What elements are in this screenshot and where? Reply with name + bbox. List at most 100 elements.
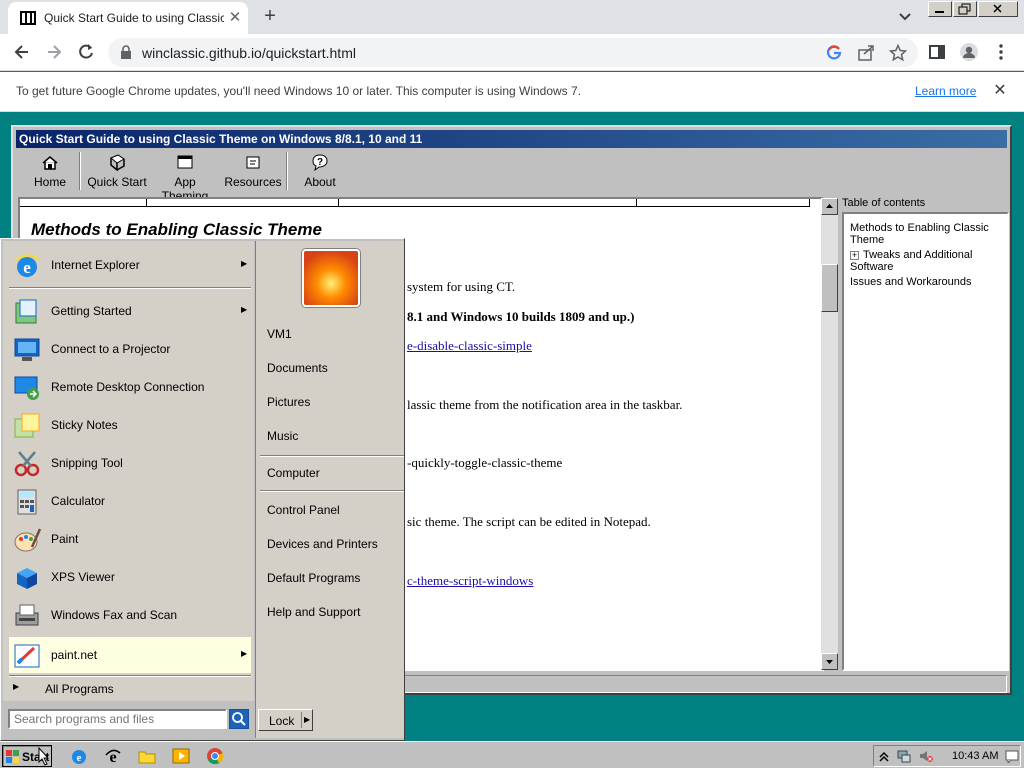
expand-icon[interactable]: + — [850, 250, 859, 260]
sticky-notes-icon — [14, 413, 40, 438]
address-bar[interactable]: winclassic.github.io/quickstart.html — [108, 38, 918, 67]
place-vm1[interactable]: VM1 — [267, 327, 292, 341]
minimize-button[interactable] — [928, 1, 952, 17]
share-icon[interactable] — [857, 44, 875, 62]
toc-item[interactable]: + Tweaks and Additional Software — [850, 249, 1001, 273]
start-menu-places: VM1 Documents Pictures Music Computer Co… — [255, 241, 404, 738]
user-picture[interactable] — [302, 249, 360, 307]
side-panel-icon[interactable] — [927, 42, 947, 62]
program-label: Windows Fax and Scan — [51, 608, 178, 622]
book-icon — [110, 154, 125, 171]
ie-icon[interactable]: e — [104, 747, 122, 765]
google-icon[interactable] — [825, 44, 843, 62]
place-music[interactable]: Music — [267, 429, 298, 443]
program-getting-started[interactable]: Getting Started ▶ — [9, 293, 251, 329]
volume-muted-icon[interactable] — [919, 749, 933, 763]
program-sticky-notes[interactable]: Sticky Notes — [9, 407, 251, 443]
program-snipping-tool[interactable]: Snipping Tool — [9, 445, 251, 481]
program-label: Snipping Tool — [51, 456, 123, 470]
all-programs-button[interactable]: ▶ All Programs — [3, 677, 254, 699]
menu-icon[interactable] — [991, 42, 1011, 62]
program-paint-net[interactable]: paint.net ▶ — [9, 637, 251, 673]
place-help-support[interactable]: Help and Support — [267, 605, 360, 619]
calculator-icon — [17, 489, 37, 515]
program-label: Remote Desktop Connection — [51, 380, 205, 394]
scroll-thumb[interactable] — [821, 264, 838, 312]
media-player-icon[interactable] — [172, 747, 190, 765]
resources-button[interactable]: Resources — [223, 152, 283, 192]
program-remote-desktop[interactable]: Remote Desktop Connection — [9, 369, 251, 405]
program-label: paint.net — [51, 648, 98, 662]
program-calculator[interactable]: Calculator — [9, 483, 251, 519]
projector-icon — [14, 338, 40, 361]
paint-net-icon — [14, 644, 40, 668]
home-label: Home — [33, 175, 66, 189]
home-button[interactable]: Home — [30, 152, 70, 192]
scroll-up-button[interactable] — [821, 198, 838, 215]
start-search-input[interactable] — [8, 709, 227, 729]
bookmark-star-icon[interactable] — [889, 44, 907, 62]
show-hidden-icons-icon[interactable] — [877, 749, 891, 763]
quick-start-label: Quick Start — [87, 175, 147, 189]
folder-icon[interactable] — [138, 747, 156, 765]
mouse-cursor-icon — [38, 747, 50, 766]
scroll-down-button[interactable] — [821, 653, 838, 670]
place-documents[interactable]: Documents — [267, 361, 328, 375]
program-internet-explorer[interactable]: e Internet Explorer ▶ — [9, 247, 251, 283]
internet-explorer-icon[interactable]: e — [70, 747, 88, 765]
toolbar-separator — [79, 152, 81, 190]
place-control-panel[interactable]: Control Panel — [267, 503, 340, 517]
place-computer[interactable]: Computer — [267, 466, 320, 480]
app-toolbar: Home Quick Start App Theming Resources ?… — [16, 150, 1007, 203]
restore-button[interactable] — [953, 1, 977, 17]
infobar-close-icon[interactable]: ✕ — [990, 81, 1010, 101]
content-line: -quickly-toggle-classic-theme — [407, 455, 563, 470]
place-pictures[interactable]: Pictures — [267, 395, 310, 409]
toc-item-label: Methods to Enabling Classic Theme — [850, 222, 989, 246]
clock[interactable]: 10:43 AM — [952, 750, 998, 762]
program-fax-scan[interactable]: Windows Fax and Scan — [9, 597, 251, 633]
window-close-button[interactable] — [978, 1, 1018, 17]
toolbar-separator — [286, 152, 288, 190]
learn-more-link[interactable]: Learn more — [915, 84, 976, 98]
reload-icon[interactable] — [76, 42, 96, 62]
browser-toolbar: winclassic.github.io/quickstart.html — [0, 34, 1024, 71]
lock-button[interactable]: Lock ▶ — [258, 709, 313, 731]
app-theming-button[interactable]: App Theming — [150, 152, 220, 203]
network-icon[interactable] — [897, 749, 911, 763]
toc-item[interactable]: Methods to Enabling Classic Theme — [850, 222, 1001, 246]
browser-tab[interactable]: Quick Start Guide to using Classic T ✕ — [8, 2, 248, 34]
lock-options-arrow-icon[interactable]: ▶ — [304, 715, 310, 724]
new-tab-button[interactable]: + — [258, 5, 282, 29]
program-paint[interactable]: Paint — [9, 521, 251, 557]
lock-label: Lock — [269, 714, 295, 728]
notification-icon[interactable] — [1005, 749, 1019, 763]
forward-icon[interactable] — [44, 42, 64, 62]
toc-item[interactable]: Issues and Workarounds — [850, 276, 1001, 288]
program-label: Internet Explorer — [51, 258, 140, 272]
paint-icon — [14, 528, 42, 552]
favicon-icon — [20, 11, 36, 25]
place-default-programs[interactable]: Default Programs — [267, 571, 360, 585]
program-label: Calculator — [51, 494, 106, 508]
program-connect-projector[interactable]: Connect to a Projector — [9, 331, 251, 367]
page-heading: Methods to Enabling Classic Theme — [31, 220, 322, 239]
content-link[interactable]: c-theme-script-windows — [407, 573, 533, 589]
search-icon[interactable] — [229, 709, 249, 729]
about-button[interactable]: ? About — [298, 152, 342, 192]
place-devices-printers[interactable]: Devices and Printers — [267, 537, 378, 551]
chrome-icon[interactable] — [206, 747, 224, 765]
back-icon[interactable] — [12, 42, 32, 62]
content-link[interactable]: e-disable-classic-simple — [407, 338, 532, 354]
profile-avatar-icon[interactable] — [959, 42, 979, 62]
menu-separator — [260, 490, 404, 492]
tab-search-icon[interactable] — [895, 8, 915, 26]
content-line: system for using CT. — [407, 279, 516, 294]
xps-viewer-icon — [17, 568, 37, 589]
resources-icon — [246, 156, 260, 169]
quick-start-button[interactable]: Quick Start — [87, 152, 147, 192]
windows-logo-icon — [6, 750, 19, 763]
tab-close-icon[interactable]: ✕ — [226, 9, 244, 27]
program-xps-viewer[interactable]: XPS Viewer — [9, 559, 251, 595]
vertical-scrollbar[interactable] — [821, 198, 838, 670]
